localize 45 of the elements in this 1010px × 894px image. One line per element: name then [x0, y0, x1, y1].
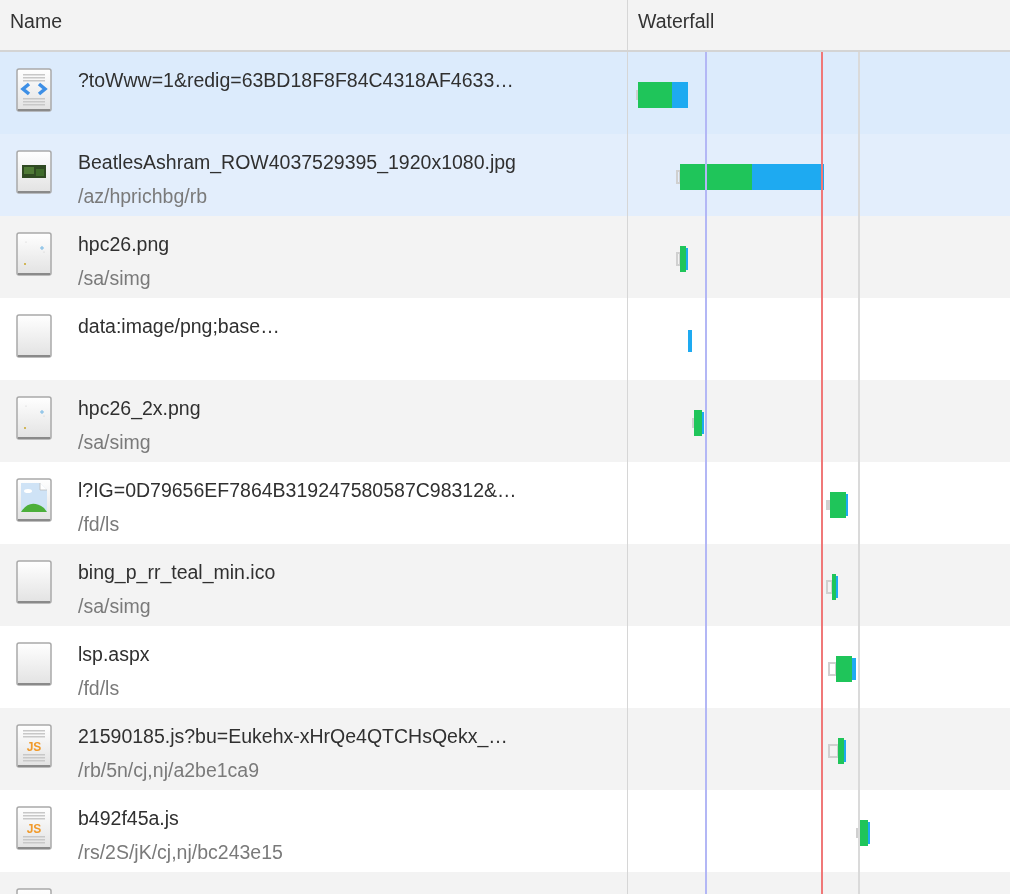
request-path: /fd/ls — [78, 676, 121, 700]
waterfall-bar — [826, 492, 848, 518]
waterfall-bar — [826, 574, 838, 600]
request-name: bing_p_rr_teal_min.ico — [78, 560, 276, 584]
request-path: /sa/simg — [78, 594, 152, 618]
request-path: /rb/5n/cj,nj/a2be1ca9 — [78, 758, 261, 782]
request-path: /sa/simg — [78, 266, 152, 290]
request-path: /sa/simg — [78, 430, 152, 454]
column-header[interactable]: Waterfall — [627, 0, 1010, 50]
request-path: /az/hprichbg/rb — [78, 184, 208, 208]
waterfall-bar — [828, 656, 856, 682]
waterfall-bar — [828, 738, 846, 764]
waterfall-bar — [688, 330, 692, 352]
request-row[interactable]: BeatlesAshram_ROW4037529395_1920x1080.jpg /az/hprichbg/rb — [0, 134, 1010, 216]
blank-file-icon — [16, 560, 52, 606]
image-file-icon — [16, 396, 52, 442]
waterfall-bar — [856, 820, 870, 846]
waterfall-bar — [636, 82, 688, 108]
request-row[interactable]: bing_p_rr_teal_min.ico /sa/simg — [0, 544, 1010, 626]
request-name: hpc26_2x.png — [78, 396, 201, 420]
waterfall-bar — [692, 410, 704, 436]
request-name: hpc26.png — [78, 232, 170, 256]
request-name: BeatlesAshram_ROW4037529395_1920x1080.jpg — [78, 150, 516, 174]
column-header[interactable]: Name — [0, 0, 627, 50]
request-name: 21590185.js?bu=Eukehx-xHrQe4QTCHsQekx_… — [78, 724, 508, 748]
html-file-icon — [16, 68, 52, 114]
request-row[interactable]: ?toWww=1&redig=63BD18F8F84C4318AF4633… — [0, 52, 1010, 134]
request-name: lsp.aspx — [78, 642, 150, 666]
image-file-icon — [16, 232, 52, 278]
file-type-label: JS — [26, 740, 42, 754]
request-name: ?toWww=1&redig=63BD18F8F84C4318AF4633… — [78, 68, 514, 92]
request-row[interactable]: hpc26_2x.png /sa/simg — [0, 380, 1010, 462]
request-row[interactable]: JS 21590185.js?bu=Eukehx-xHrQe4QTCHsQekx_… /rb/5n/cj,nj/a2be1ca9 — [0, 708, 1010, 790]
image-file-icon — [16, 478, 52, 524]
request-row[interactable]: hpc26.png /sa/simg — [0, 216, 1010, 298]
file-type-label: JS — [26, 822, 42, 836]
request-path: /rs/2S/jK/cj,nj/bc243e15 — [78, 840, 283, 864]
request-name: l?IG=0D79656EF7864B319247580587C98312&… — [78, 478, 517, 502]
request-path: /fd/ls — [78, 512, 121, 536]
request-name: b492f45a.js — [78, 806, 180, 830]
blank-file-icon — [16, 642, 52, 688]
blank-file-icon — [16, 314, 52, 360]
waterfall-bar — [676, 246, 688, 272]
request-name: data:image/png;base… — [78, 314, 280, 338]
photo-file-icon — [16, 150, 52, 196]
